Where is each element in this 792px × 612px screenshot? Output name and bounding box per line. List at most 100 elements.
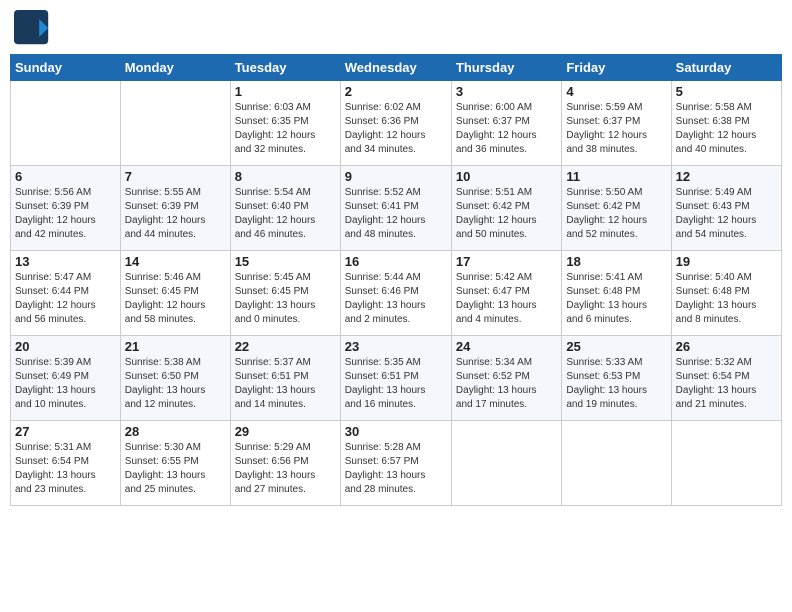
day-info: Sunrise: 5:29 AM Sunset: 6:56 PM Dayligh… [235,441,336,497]
calendar-cell: 28 Sunrise: 5:30 AM Sunset: 6:55 PM Dayli… [120,421,230,506]
day-number: 19 [676,254,777,269]
weekday-header-thursday: Thursday [451,55,561,81]
calendar-cell: 16 Sunrise: 5:44 AM Sunset: 6:46 PM Dayli… [340,251,451,336]
day-info: Sunrise: 5:51 AM Sunset: 6:42 PM Dayligh… [456,186,557,242]
day-number: 27 [15,424,116,439]
calendar-cell: 6Sunrise: 5:56 AM Sunset: 6:39 PM Daylig… [11,166,121,251]
day-info: Sunrise: 5:31 AM Sunset: 6:54 PM Dayligh… [15,441,116,497]
day-info: Sunrise: 5:35 AM Sunset: 6:51 PM Dayligh… [345,356,447,412]
day-info: Sunrise: 5:30 AM Sunset: 6:55 PM Dayligh… [125,441,226,497]
weekday-header-saturday: Saturday [671,55,781,81]
day-number: 9 [345,169,447,184]
calendar-week-1: 1 Sunrise: 6:03 AM Sunset: 6:35 PM Daylig… [11,81,782,166]
day-info: Sunrise: 5:52 AM Sunset: 6:41 PM Dayligh… [345,186,447,242]
calendar-cell: 27 Sunrise: 5:31 AM Sunset: 6:54 PM Dayli… [11,421,121,506]
calendar-cell: 19 Sunrise: 5:40 AM Sunset: 6:48 PM Dayli… [671,251,781,336]
day-info: Sunrise: 5:41 AM Sunset: 6:48 PM Dayligh… [566,271,666,327]
day-info: Sunrise: 5:40 AM Sunset: 6:48 PM Dayligh… [676,271,777,327]
day-number: 3 [456,84,557,99]
day-info: Sunrise: 5:50 AM Sunset: 6:42 PM Dayligh… [566,186,666,242]
day-number: 25 [566,339,666,354]
day-number: 2 [345,84,447,99]
day-info: Sunrise: 5:28 AM Sunset: 6:57 PM Dayligh… [345,441,447,497]
calendar-cell: 2 Sunrise: 6:02 AM Sunset: 6:36 PM Daylig… [340,81,451,166]
day-number: 28 [125,424,226,439]
day-info: Sunrise: 5:38 AM Sunset: 6:50 PM Dayligh… [125,356,226,412]
day-info: Sunrise: 5:33 AM Sunset: 6:53 PM Dayligh… [566,356,666,412]
calendar-week-2: 6Sunrise: 5:56 AM Sunset: 6:39 PM Daylig… [11,166,782,251]
day-info: Sunrise: 6:02 AM Sunset: 6:36 PM Dayligh… [345,101,447,157]
day-number: 1 [235,84,336,99]
day-number: 20 [15,339,116,354]
day-info: Sunrise: 5:32 AM Sunset: 6:54 PM Dayligh… [676,356,777,412]
calendar-cell: 3 Sunrise: 6:00 AM Sunset: 6:37 PM Daylig… [451,81,561,166]
day-info: Sunrise: 5:59 AM Sunset: 6:37 PM Dayligh… [566,101,666,157]
day-info: Sunrise: 5:42 AM Sunset: 6:47 PM Dayligh… [456,271,557,327]
calendar-cell: 17 Sunrise: 5:42 AM Sunset: 6:47 PM Dayli… [451,251,561,336]
calendar-cell: 4 Sunrise: 5:59 AM Sunset: 6:37 PM Daylig… [562,81,671,166]
day-number: 15 [235,254,336,269]
day-info: Sunrise: 5:54 AM Sunset: 6:40 PM Dayligh… [235,186,336,242]
calendar-cell: 14 Sunrise: 5:46 AM Sunset: 6:45 PM Dayli… [120,251,230,336]
logo-icon [14,10,50,46]
day-info: Sunrise: 5:58 AM Sunset: 6:38 PM Dayligh… [676,101,777,157]
calendar-cell: 10Sunrise: 5:51 AM Sunset: 6:42 PM Dayli… [451,166,561,251]
day-info: Sunrise: 6:03 AM Sunset: 6:35 PM Dayligh… [235,101,336,157]
day-number: 8 [235,169,336,184]
calendar-cell: 1 Sunrise: 6:03 AM Sunset: 6:35 PM Daylig… [230,81,340,166]
logo [14,10,54,46]
day-info: Sunrise: 5:34 AM Sunset: 6:52 PM Dayligh… [456,356,557,412]
calendar-cell: 9 Sunrise: 5:52 AM Sunset: 6:41 PM Daylig… [340,166,451,251]
calendar-cell: 15 Sunrise: 5:45 AM Sunset: 6:45 PM Dayli… [230,251,340,336]
day-info: Sunrise: 5:37 AM Sunset: 6:51 PM Dayligh… [235,356,336,412]
calendar-cell: 21 Sunrise: 5:38 AM Sunset: 6:50 PM Dayli… [120,336,230,421]
day-number: 18 [566,254,666,269]
weekday-header-row: SundayMondayTuesdayWednesdayThursdayFrid… [11,55,782,81]
calendar-cell [451,421,561,506]
calendar-cell: 26 Sunrise: 5:32 AM Sunset: 6:54 PM Dayli… [671,336,781,421]
weekday-header-friday: Friday [562,55,671,81]
day-number: 17 [456,254,557,269]
weekday-header-sunday: Sunday [11,55,121,81]
calendar-cell [562,421,671,506]
calendar-cell: 12 Sunrise: 5:49 AM Sunset: 6:43 PM Dayli… [671,166,781,251]
calendar-week-3: 13Sunrise: 5:47 AM Sunset: 6:44 PM Dayli… [11,251,782,336]
page-header [10,10,782,46]
calendar-cell: 13Sunrise: 5:47 AM Sunset: 6:44 PM Dayli… [11,251,121,336]
day-info: Sunrise: 5:49 AM Sunset: 6:43 PM Dayligh… [676,186,777,242]
day-number: 30 [345,424,447,439]
calendar-cell: 23Sunrise: 5:35 AM Sunset: 6:51 PM Dayli… [340,336,451,421]
weekday-header-monday: Monday [120,55,230,81]
calendar-cell: 22 Sunrise: 5:37 AM Sunset: 6:51 PM Dayli… [230,336,340,421]
weekday-header-tuesday: Tuesday [230,55,340,81]
day-info: Sunrise: 5:56 AM Sunset: 6:39 PM Dayligh… [15,186,116,242]
calendar-cell: 25 Sunrise: 5:33 AM Sunset: 6:53 PM Dayli… [562,336,671,421]
day-info: Sunrise: 6:00 AM Sunset: 6:37 PM Dayligh… [456,101,557,157]
day-number: 5 [676,84,777,99]
day-number: 22 [235,339,336,354]
day-number: 14 [125,254,226,269]
calendar-week-4: 20Sunrise: 5:39 AM Sunset: 6:49 PM Dayli… [11,336,782,421]
calendar-cell [120,81,230,166]
calendar-cell [11,81,121,166]
day-number: 12 [676,169,777,184]
calendar-cell: 8 Sunrise: 5:54 AM Sunset: 6:40 PM Daylig… [230,166,340,251]
calendar-cell: 18 Sunrise: 5:41 AM Sunset: 6:48 PM Dayli… [562,251,671,336]
calendar-week-5: 27 Sunrise: 5:31 AM Sunset: 6:54 PM Dayli… [11,421,782,506]
day-number: 29 [235,424,336,439]
day-number: 21 [125,339,226,354]
day-info: Sunrise: 5:44 AM Sunset: 6:46 PM Dayligh… [345,271,447,327]
calendar-cell: 7 Sunrise: 5:55 AM Sunset: 6:39 PM Daylig… [120,166,230,251]
day-number: 26 [676,339,777,354]
day-info: Sunrise: 5:47 AM Sunset: 6:44 PM Dayligh… [15,271,116,327]
calendar-table: SundayMondayTuesdayWednesdayThursdayFrid… [10,54,782,506]
day-number: 24 [456,339,557,354]
day-info: Sunrise: 5:55 AM Sunset: 6:39 PM Dayligh… [125,186,226,242]
day-info: Sunrise: 5:46 AM Sunset: 6:45 PM Dayligh… [125,271,226,327]
day-number: 7 [125,169,226,184]
weekday-header-wednesday: Wednesday [340,55,451,81]
day-info: Sunrise: 5:45 AM Sunset: 6:45 PM Dayligh… [235,271,336,327]
calendar-cell: 29 Sunrise: 5:29 AM Sunset: 6:56 PM Dayli… [230,421,340,506]
day-number: 4 [566,84,666,99]
day-number: 16 [345,254,447,269]
